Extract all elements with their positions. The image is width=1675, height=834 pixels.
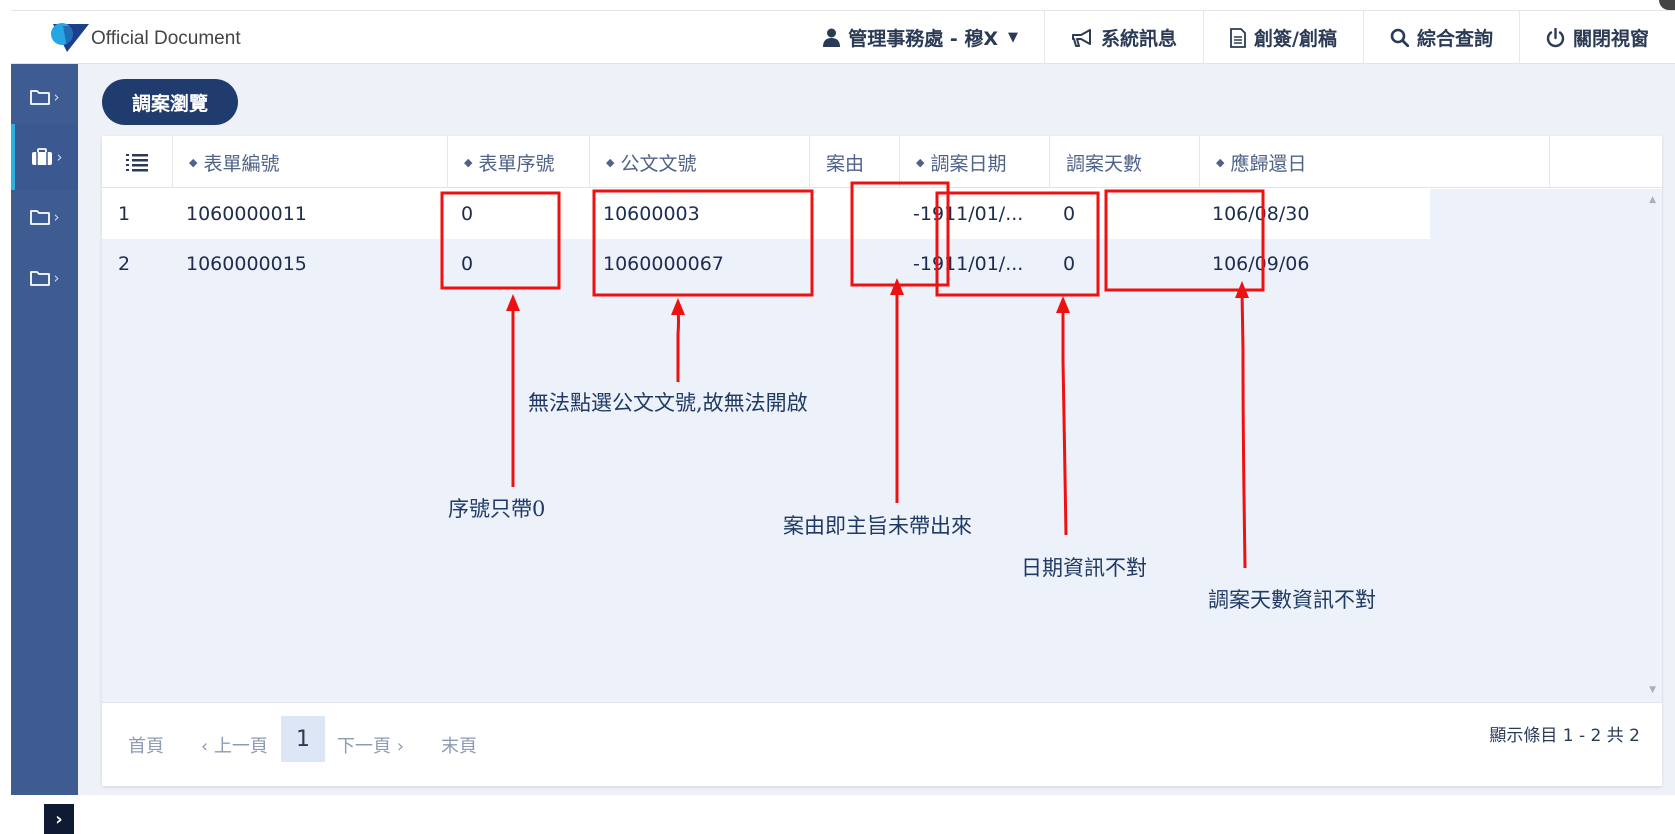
col-doc-number[interactable]: ◆ 公文文號 <box>589 136 809 188</box>
caret-down-icon: ▼ <box>1008 30 1018 45</box>
window-corner <box>1659 0 1675 10</box>
sort-icon: ◆ <box>464 155 473 169</box>
cell-doc-number[interactable]: 10600003 <box>603 189 700 239</box>
table-body: 1 1060000011 0 10600003 -1911/01/... 0 1… <box>102 189 1662 702</box>
sidebar-item-folder-1[interactable]: › <box>11 64 78 130</box>
col-form-number-label: 表單編號 <box>203 152 280 175</box>
power-icon <box>1546 27 1565 48</box>
table-row[interactable]: 2 1060000015 0 1060000067 -1911/01/... 0… <box>102 239 1430 289</box>
prev-page-button[interactable]: ‹ 上一頁 <box>201 703 268 787</box>
col-doc-number-label: 公文文號 <box>620 152 697 175</box>
cell-doc-number[interactable]: 1060000067 <box>603 239 724 289</box>
data-table-card: ◆ 表單編號 ◆ 表單序號 ◆ 公文文號 案由 ◆ 調案日期 調案天數 ◆ 應歸還日 1 … <box>102 136 1662 786</box>
pagination-info: 顯示條目 1 - 2 共 2 <box>1489 725 1640 746</box>
col-form-seq-label: 表單序號 <box>478 152 555 175</box>
scroll-down-arrow[interactable]: ▼ <box>1649 685 1656 695</box>
cell-form-seq: 0 <box>461 253 474 275</box>
close-window-link[interactable]: 關閉視窗 <box>1518 11 1675 64</box>
user-menu[interactable]: 管理事務處 - 穆X ▼ <box>797 11 1044 64</box>
table-row[interactable]: 1 1060000011 0 10600003 -1911/01/... 0 1… <box>102 189 1430 239</box>
annotation-note-seq: 序號只帶0 <box>448 497 546 521</box>
sidebar-item-folder-3[interactable]: › <box>11 245 78 311</box>
brand-logo-icon <box>51 23 89 52</box>
col-form-seq[interactable]: ◆ 表單序號 <box>447 136 589 188</box>
col-transfer-date[interactable]: ◆ 調案日期 <box>899 136 1049 188</box>
app-header: Official Document 管理事務處 - 穆X ▼ 系統訊息 創簽/創 <box>11 11 1675 64</box>
chevron-right-icon: › <box>56 148 63 166</box>
first-page-button[interactable]: 首頁 <box>128 703 164 787</box>
col-subject-label: 案由 <box>826 152 865 175</box>
user-menu-label: 管理事務處 - 穆X <box>848 28 998 50</box>
main-content: 調案瀏覽 ◆ 表單編號 ◆ 表單序號 ◆ 公文文號 案由 ◆ 調案日期 調案天數 ◆ 應歸… <box>78 64 1675 795</box>
sidebar: › › › › › <box>11 64 78 834</box>
sort-icon: ◆ <box>916 155 925 169</box>
column-menu-button[interactable] <box>102 136 172 188</box>
cell-transfer-date: -1911/01/... <box>913 203 1024 225</box>
close-window-label: 關閉視窗 <box>1572 28 1649 50</box>
cell-transfer-days: 0 <box>1063 253 1076 275</box>
chevron-right-icon: › <box>53 208 60 226</box>
col-return-date-label: 應歸還日 <box>1230 152 1307 175</box>
sidebar-item-folder-2[interactable]: › <box>11 184 78 250</box>
sort-icon: ◆ <box>606 155 615 169</box>
folder-icon <box>29 90 50 105</box>
cell-index: 1 <box>118 203 131 225</box>
chevron-right-icon: › <box>53 88 60 106</box>
cell-form-number: 1060000015 <box>186 253 307 275</box>
cell-return-date: 106/09/06 <box>1212 253 1310 275</box>
sidebar-item-briefcase[interactable]: › <box>11 124 78 190</box>
document-icon <box>1230 27 1246 48</box>
header-nav: 管理事務處 - 穆X ▼ 系統訊息 創簽/創稿 綜合查詢 關閉視窗 <box>797 11 1675 64</box>
col-transfer-days[interactable]: 調案天數 <box>1049 136 1199 188</box>
chevron-right-icon: › <box>53 269 60 287</box>
page-title-tab[interactable]: 調案瀏覽 <box>102 79 239 125</box>
system-messages-link[interactable]: 系統訊息 <box>1044 11 1203 64</box>
cell-transfer-date: -1911/01/... <box>913 253 1024 275</box>
general-search-link[interactable]: 綜合查詢 <box>1362 11 1519 64</box>
col-return-date[interactable]: ◆ 應歸還日 <box>1199 136 1549 188</box>
general-search-label: 綜合查詢 <box>1416 28 1493 50</box>
last-page-button[interactable]: 末頁 <box>441 703 477 787</box>
cell-form-seq: 0 <box>461 203 474 225</box>
sort-icon: ◆ <box>1216 155 1225 169</box>
megaphone-icon <box>1071 28 1093 47</box>
annotation-note-docno: 無法點選公文文號,故無法開啟 <box>528 391 808 415</box>
create-draft-label: 創簽/創稿 <box>1254 28 1337 50</box>
app-window: Official Document 管理事務處 - 穆X ▼ 系統訊息 創簽/創 <box>11 0 1675 834</box>
list-icon <box>126 154 148 172</box>
annotation-note-days: 調案天數資訊不對 <box>1208 588 1376 612</box>
cell-transfer-days: 0 <box>1063 203 1076 225</box>
next-page-button[interactable]: 下一頁 › <box>337 703 404 787</box>
create-draft-link[interactable]: 創簽/創稿 <box>1203 11 1363 64</box>
folder-icon <box>29 271 50 286</box>
col-spacer <box>1549 136 1662 188</box>
chevron-right-icon: › <box>55 808 63 830</box>
cell-index: 2 <box>118 253 131 275</box>
search-icon <box>1390 28 1409 47</box>
annotation-note-subject: 案由即主旨未帶出來 <box>783 514 972 538</box>
col-transfer-days-label: 調案天數 <box>1066 152 1143 175</box>
cell-return-date: 106/08/30 <box>1212 203 1310 225</box>
briefcase-icon <box>31 148 52 165</box>
pagination-bar: 首頁 ‹ 上一頁 1 下一頁 › 末頁 顯示條目 1 - 2 共 2 <box>102 702 1662 786</box>
scroll-up-arrow[interactable]: ▲ <box>1649 195 1656 205</box>
user-icon <box>823 28 841 47</box>
col-form-number[interactable]: ◆ 表單編號 <box>172 136 447 188</box>
system-messages-label: 系統訊息 <box>1101 28 1178 50</box>
col-transfer-date-label: 調案日期 <box>930 152 1007 175</box>
brand-name: Official Document <box>91 28 241 49</box>
col-subject[interactable]: 案由 <box>809 136 899 188</box>
sidebar-toggle-button[interactable]: › <box>44 804 74 834</box>
cell-form-number: 1060000011 <box>186 203 307 225</box>
current-page-button[interactable]: 1 <box>281 716 325 762</box>
folder-icon <box>29 210 50 225</box>
annotation-note-date: 日期資訊不對 <box>1021 556 1147 580</box>
sort-icon: ◆ <box>189 155 198 169</box>
table-header: ◆ 表單編號 ◆ 表單序號 ◆ 公文文號 案由 ◆ 調案日期 調案天數 ◆ 應歸還日 <box>102 136 1662 188</box>
